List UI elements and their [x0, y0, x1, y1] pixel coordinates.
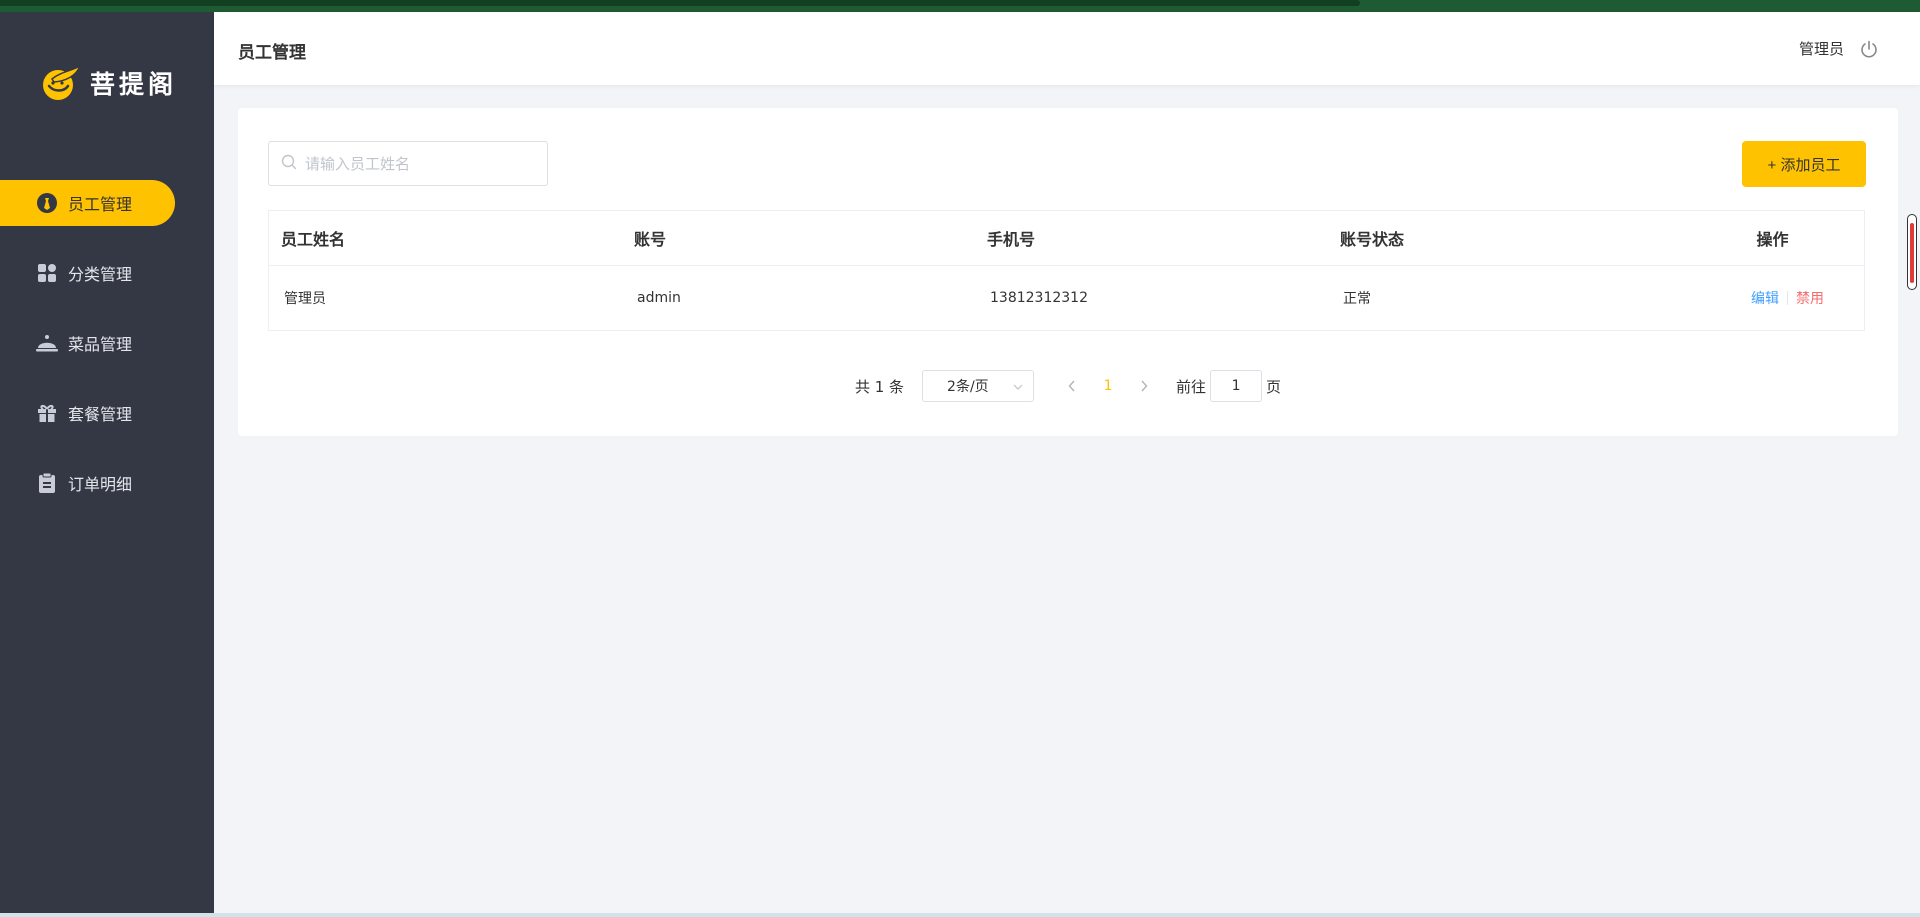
column-header-account: 账号: [634, 230, 667, 249]
sidebar-item-orders[interactable]: 订单明细: [0, 460, 214, 506]
goto-suffix: 页: [1266, 377, 1282, 396]
user-box: 管理员: [1799, 38, 1878, 59]
edit-link[interactable]: 编辑: [1751, 288, 1779, 308]
sidebar-item-label: 菜品管理: [68, 335, 133, 354]
column-header-actions: 操作: [1756, 230, 1789, 249]
bottom-border: [0, 913, 1920, 917]
scrollbar-thumb[interactable]: [1910, 223, 1914, 283]
goto-page: 前往 页: [1176, 370, 1281, 402]
category-grid-icon: [36, 262, 58, 284]
logo-icon: [40, 62, 82, 104]
clipboard-icon: [36, 472, 58, 494]
search-box[interactable]: [268, 141, 548, 186]
logo: 菩提阁: [40, 62, 177, 104]
power-icon[interactable]: [1860, 40, 1878, 58]
page-size-value: 2条/页: [947, 379, 989, 395]
scrollbar[interactable]: [1907, 214, 1917, 290]
pagination-total: 共 1 条: [854, 377, 905, 396]
top-header: 员工管理 管理员: [214, 12, 1920, 85]
employee-icon: [36, 192, 58, 214]
pagination: 共 1 条 2条/页 1 前往 页: [238, 370, 1898, 402]
page-size-select[interactable]: 2条/页: [922, 370, 1035, 402]
browser-top-strip: [0, 0, 1920, 12]
table-header: 员工姓名 账号 手机号 账号状态 操作: [269, 211, 1864, 266]
sidebar-item-label: 订单明细: [68, 475, 133, 494]
employee-panel: + 添加员工 员工姓名 账号 手机号 账号状态 操作 管理员 admin 138…: [238, 108, 1898, 436]
sidebar-item-label: 员工管理: [68, 195, 133, 214]
column-header-phone: 手机号: [987, 230, 1036, 249]
loading-progress-bar: [0, 0, 1360, 6]
dish-cloche-icon: [36, 332, 58, 354]
action-divider: [1787, 291, 1788, 305]
add-employee-button[interactable]: + 添加员工: [1742, 141, 1866, 187]
sidebar-menu: 员工管理 分类管理 菜品管理 套餐管理 订单明细: [0, 180, 214, 530]
disable-link[interactable]: 禁用: [1796, 288, 1824, 308]
sidebar-item-employees[interactable]: 员工管理: [0, 180, 175, 226]
cell-name: 管理员: [284, 291, 326, 307]
cell-account: admin: [637, 290, 681, 306]
goto-prefix: 前往: [1176, 377, 1207, 396]
column-header-name: 员工姓名: [281, 230, 346, 249]
sidebar-item-combos[interactable]: 套餐管理: [0, 390, 214, 436]
search-input[interactable]: [305, 154, 535, 173]
column-header-status: 账号状态: [1340, 230, 1405, 249]
sidebar-item-dishes[interactable]: 菜品管理: [0, 320, 214, 366]
goto-page-input[interactable]: [1210, 370, 1263, 402]
cell-actions: 编辑 禁用: [1681, 288, 1864, 308]
chevron-down-icon: [1013, 378, 1023, 394]
sidebar-item-label: 分类管理: [68, 265, 133, 284]
brand-name: 菩提阁: [90, 70, 178, 99]
username: 管理员: [1798, 40, 1844, 58]
next-page-icon[interactable]: [1130, 377, 1158, 396]
search-icon: [281, 154, 297, 174]
sidebar: 菩提阁 员工管理 分类管理 菜品管理 套餐管理 订单明细: [0, 12, 214, 917]
sidebar-item-categories[interactable]: 分类管理: [0, 250, 214, 296]
cell-phone: 13812312312: [990, 290, 1088, 306]
cell-status: 正常: [1343, 291, 1371, 307]
sidebar-item-label: 套餐管理: [68, 405, 133, 424]
table-row: 管理员 admin 13812312312 正常 编辑 禁用: [269, 266, 1864, 330]
prev-page-icon[interactable]: [1058, 377, 1086, 396]
gift-icon: [36, 402, 58, 424]
employee-table: 员工姓名 账号 手机号 账号状态 操作 管理员 admin 1381231231…: [268, 210, 1865, 331]
page-number-current[interactable]: 1: [1086, 378, 1130, 394]
page-title: 员工管理: [238, 43, 306, 63]
